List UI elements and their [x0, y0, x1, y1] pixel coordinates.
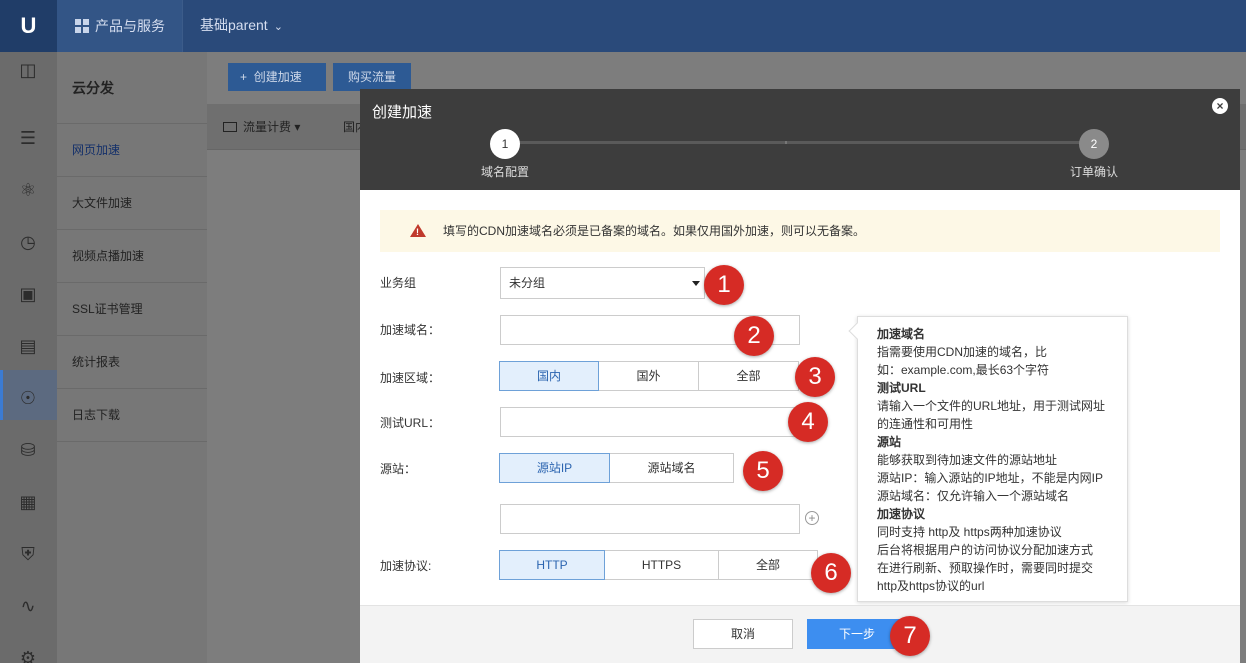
- tooltip-heading: 测试URL: [877, 381, 926, 395]
- step-2-label: 订单确认: [1070, 165, 1119, 179]
- origin-address-input[interactable]: [500, 504, 800, 534]
- help-tooltip: 加速域名指需要使用CDN加速的域名，比 如：example.com,最长63个字符…: [848, 316, 1128, 602]
- icon-rail: ◫ ☰ ⚛ ◷ ▣ ▤ ☉ ⛁ ▦ ⛨ ∿ ⚙: [0, 52, 57, 663]
- modal-footer: 取消 下一步: [360, 605, 1240, 663]
- origin-label: 源站：: [380, 462, 417, 476]
- pulse-icon[interactable]: ∿: [16, 594, 40, 618]
- tooltip-text: 后台将根据用户的访问协议分配加速方式: [877, 543, 1094, 557]
- protocol-option-https[interactable]: HTTPS: [604, 550, 719, 580]
- annotation-marker: 2: [734, 316, 774, 356]
- settings-icon[interactable]: ⚙: [16, 646, 40, 663]
- warning-text: 填写的CDN加速域名必须是已备案的域名。如果仅用国外加速，则可以无备案。: [443, 224, 866, 238]
- document-icon[interactable]: ▤: [16, 334, 40, 358]
- step-2-indicator: 2: [1079, 129, 1109, 159]
- step-1-indicator: 1: [490, 129, 520, 159]
- products-services-menu[interactable]: 产品与服务: [57, 0, 183, 52]
- logo[interactable]: U: [0, 0, 57, 52]
- domain-label: 加速域名：: [380, 323, 441, 337]
- origin-option-domain[interactable]: 源站域名: [609, 453, 734, 483]
- database-icon[interactable]: ⛁: [16, 438, 40, 462]
- modal-header: 创建加速 × 1 2 域名配置 订单确认: [360, 89, 1240, 190]
- tooltip-text: 源站IP：输入源站的IP地址，不能是内网IP: [877, 471, 1104, 485]
- card-icon: [223, 122, 237, 132]
- tooltip-arrow: [848, 322, 866, 340]
- region-option-all[interactable]: 全部: [698, 361, 799, 391]
- test-url-input[interactable]: [500, 407, 800, 437]
- annotation-marker: 4: [788, 402, 828, 442]
- warning-icon: !: [410, 224, 426, 237]
- buy-traffic-button[interactable]: 购买流量: [333, 63, 411, 91]
- annotation-marker: 1: [704, 265, 744, 305]
- tooltip-text: 请输入一个文件的URL地址，用于测试网址: [877, 399, 1106, 413]
- annotation-marker: 3: [795, 357, 835, 397]
- cancel-button[interactable]: 取消: [693, 619, 793, 649]
- protocol-segment: HTTP HTTPS 全部: [499, 550, 818, 580]
- grid-icon: [75, 19, 89, 33]
- create-acceleration-button[interactable]: + 创建加速: [228, 63, 326, 91]
- protocol-option-all[interactable]: 全部: [718, 550, 818, 580]
- caret-down-icon: ▾: [294, 120, 301, 134]
- tooltip-text: 如：example.com,最长63个字符: [877, 363, 1050, 377]
- annotation-marker: 7: [890, 616, 930, 656]
- sidebar-item-logs[interactable]: 日志下载: [57, 389, 207, 442]
- billing-filter[interactable]: 流量计费 ▾: [223, 104, 300, 150]
- caret-down-icon: [692, 281, 700, 286]
- tooltip-heading: 源站: [877, 435, 902, 449]
- add-origin-icon[interactable]: +: [805, 511, 819, 525]
- cdn-icon[interactable]: ☉: [16, 386, 40, 410]
- products-services-label: 产品与服务: [95, 18, 165, 34]
- modal-title: 创建加速: [372, 104, 433, 121]
- project-switcher[interactable]: 基础parent ⌄: [200, 0, 283, 52]
- region-segment: 国内 国外 全部: [499, 361, 799, 391]
- list-icon[interactable]: ☰: [16, 126, 40, 150]
- tooltip-text: 的连通性和可用性: [877, 417, 974, 431]
- warning-banner: ! 填写的CDN加速域名必须是已备案的域名。如果仅用国外加速，则可以无备案。: [380, 210, 1220, 252]
- chevron-down-icon: ⌄: [273, 21, 283, 33]
- annotation-marker: 5: [743, 451, 783, 491]
- monitor-icon[interactable]: ◫: [16, 58, 40, 82]
- create-acceleration-label: 创建加速: [253, 70, 302, 84]
- sitemap-icon[interactable]: ⚛: [16, 178, 40, 202]
- region-label: 加速区域：: [380, 371, 441, 385]
- region-option-overseas[interactable]: 国外: [598, 361, 699, 391]
- tooltip-text: 源站域名：仅允许输入一个源站域名: [877, 489, 1070, 503]
- tooltip-lines: 加速域名指需要使用CDN加速的域名，比 如：example.com,最长63个字符…: [877, 325, 1127, 595]
- protocol-option-http[interactable]: HTTP: [499, 550, 605, 580]
- sidebar-item-web-acceleration[interactable]: 网页加速: [57, 124, 207, 177]
- close-icon[interactable]: ×: [1212, 98, 1228, 114]
- region-option-domestic[interactable]: 国内: [499, 361, 599, 391]
- step-progress-line: [505, 141, 1095, 144]
- apps-icon[interactable]: ▦: [16, 490, 40, 514]
- group-select[interactable]: 未分组: [500, 267, 705, 299]
- tooltip-text: 同时支持 http及 https两种加速协议: [877, 525, 1062, 539]
- plus-icon: +: [240, 70, 254, 84]
- sidebar-title: 云分发: [57, 52, 207, 124]
- billing-filter-label: 流量计费: [243, 120, 292, 134]
- group-select-value: 未分组: [509, 276, 546, 290]
- sidebar-item-ssl[interactable]: SSL证书管理: [57, 283, 207, 336]
- tooltip-text: 在进行刷新、预取操作时，需要同时提交: [877, 561, 1094, 575]
- sidebar-item-video-vod[interactable]: 视频点播加速: [57, 230, 207, 283]
- sidebar-item-stats[interactable]: 统计报表: [57, 336, 207, 389]
- group-label: 业务组: [380, 276, 417, 290]
- shield-icon[interactable]: ⛨: [16, 542, 40, 566]
- tooltip-text: http及https协议的url: [877, 579, 985, 593]
- sidebar: 云分发 网页加速 大文件加速 视频点播加速 SSL证书管理 统计报表 日志下载: [57, 52, 207, 663]
- id-card-icon[interactable]: ▣: [16, 282, 40, 306]
- origin-option-ip[interactable]: 源站IP: [499, 453, 610, 483]
- annotation-marker: 6: [811, 553, 851, 593]
- origin-segment: 源站IP 源站域名: [499, 453, 734, 483]
- sidebar-item-large-file[interactable]: 大文件加速: [57, 177, 207, 230]
- test-url-label: 测试URL：: [380, 416, 441, 430]
- tooltip-heading: 加速域名: [877, 327, 926, 341]
- tooltip-text: 指需要使用CDN加速的域名，比: [877, 345, 1047, 359]
- tooltip-heading: 加速协议: [877, 507, 926, 521]
- top-bar: U 产品与服务 基础parent ⌄: [0, 0, 1246, 52]
- project-switcher-label: 基础parent: [200, 17, 268, 33]
- tooltip-text: 能够获取到待加速文件的源站地址: [877, 453, 1058, 467]
- protocol-label: 加速协议:: [380, 559, 432, 573]
- step-1-label: 域名配置: [481, 165, 530, 179]
- meter-icon[interactable]: ◷: [16, 230, 40, 254]
